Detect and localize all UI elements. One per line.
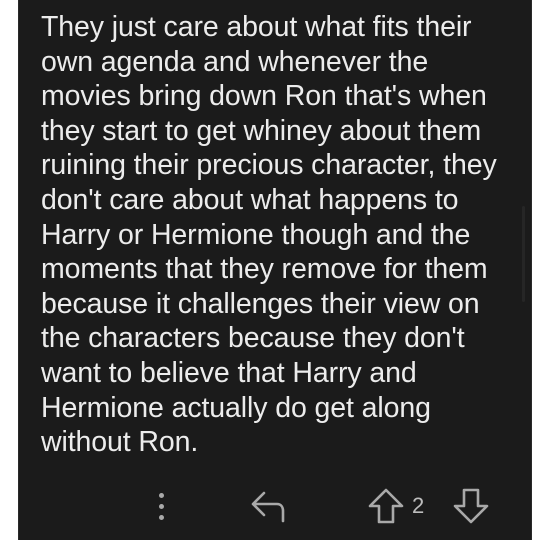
upvote-button[interactable] <box>366 486 406 526</box>
reply-button[interactable] <box>247 486 291 526</box>
more-vertical-icon-dot <box>158 514 164 520</box>
downvote-button[interactable] <box>451 486 491 526</box>
more-vertical-icon-dot <box>158 503 164 509</box>
reply-arrow-icon <box>251 491 285 523</box>
comment-card: They just care about what fits their own… <box>18 0 532 540</box>
comment-action-bar: 2 <box>19 480 533 532</box>
comment-text: They just care about what fits their own… <box>41 11 497 459</box>
more-vertical-icon <box>158 492 164 498</box>
downvote-arrow-icon <box>453 488 489 524</box>
scrollbar[interactable] <box>522 206 525 302</box>
more-options-button[interactable] <box>147 486 175 526</box>
vote-score: 2 <box>412 493 425 518</box>
upvote-arrow-icon <box>368 488 404 524</box>
